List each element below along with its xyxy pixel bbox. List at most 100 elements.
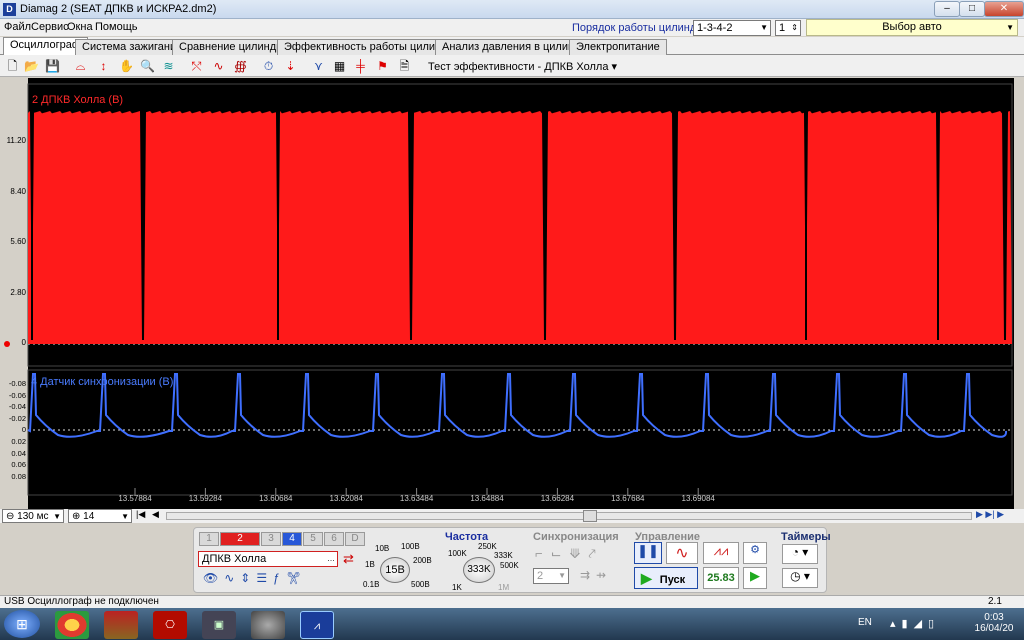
channel-button-1[interactable]: 1 (199, 532, 219, 546)
pdf-icon[interactable]: ⎔ (153, 611, 187, 639)
sync-edge-icons[interactable]: ⇉⇸ (580, 568, 612, 582)
sync-title: Синхронизация (533, 531, 619, 543)
ch4-label: 4 Датчик синхронизации (В) (31, 376, 174, 388)
menu-file[interactable]: Файл (4, 21, 31, 33)
status-bar: USB Осциллограф не подключен 2.1 (0, 595, 1024, 608)
chrome-icon[interactable] (55, 611, 89, 639)
start-menu-icon[interactable]: ⊞ (4, 610, 40, 638)
range-knob[interactable]: 15В (380, 557, 410, 583)
channel-button-2[interactable]: 2 (220, 532, 260, 546)
report-icon[interactable]: 🗎 (396, 58, 413, 74)
trigger-icon[interactable]: ⋎ (310, 58, 327, 74)
pause-button[interactable]: ❚❚ (634, 542, 662, 564)
ch4-tick-label: 0.04 (11, 448, 26, 458)
time-tick-label: 13.63484 (399, 494, 434, 503)
grid-icon[interactable]: ▦ (331, 58, 348, 74)
ch2-tick-label: 2.80 (10, 288, 26, 297)
cyl-order-select[interactable]: 1-3-4-2 ▼ (693, 20, 771, 36)
maximize-button[interactable]: □ (959, 1, 985, 17)
freq-knob[interactable]: 333K (463, 557, 495, 583)
channel-button-digital[interactable]: D (345, 532, 365, 546)
start-button[interactable]: ▶ Пуск (634, 567, 698, 589)
sync-mode-icons[interactable]: ⌐⌙⟱⤤ (535, 546, 604, 562)
divider-icon[interactable]: ╪ (352, 58, 369, 74)
time-tick-label: 13.57884 (118, 494, 152, 503)
vertical-cursor-icon[interactable]: ↕ (95, 58, 112, 74)
playback-buttons[interactable]: ▶ ▶| ▶ (976, 509, 1022, 523)
time-scrollbar[interactable] (166, 512, 972, 520)
auto-icon[interactable]: ⏱ (260, 58, 277, 74)
auto-select[interactable]: Выбор авто ▼ (806, 19, 1018, 36)
cursor-icon[interactable]: ⌓ (72, 58, 89, 74)
close-button[interactable]: ✕ (984, 1, 1024, 17)
tab-power[interactable]: Электропитание (569, 39, 667, 55)
freq-label-1k: 1K (452, 583, 462, 592)
range-label-500: 500В (411, 580, 430, 589)
diamag-taskbar-icon[interactable]: ⩘ (300, 611, 334, 639)
range-label-200: 200В (413, 556, 432, 565)
language-indicator[interactable]: EN (858, 617, 872, 628)
wave-mode-button[interactable]: ⩘⩘ (703, 542, 739, 564)
prev-page-button[interactable]: ◀ (152, 509, 164, 523)
filter-icon[interactable]: ≋ (160, 58, 177, 74)
wave-icon[interactable]: ∿ (210, 58, 227, 74)
minimize-button[interactable]: – (934, 1, 960, 17)
device-icon[interactable]: ▣ (202, 611, 236, 639)
time-tick-label: 13.59284 (188, 494, 223, 503)
channel-button-3[interactable]: 3 (261, 532, 281, 546)
channel-tools-icons[interactable]: 👁∿⇕☰ƒ✂ (203, 571, 307, 585)
menu-windows[interactable]: Окна (67, 21, 93, 33)
sync-channel-select[interactable]: 2 ▼ (533, 568, 569, 584)
cyl-number-spin[interactable]: 1 ⇕ (775, 20, 801, 36)
time-scroll-thumb[interactable] (583, 510, 597, 522)
channel-button-5[interactable]: 5 (303, 532, 323, 546)
first-page-button[interactable]: |◀ (136, 509, 150, 523)
sensor-select[interactable]: ДПКВ Холла… (198, 551, 338, 567)
freq-label-1m: 1M (498, 583, 510, 592)
clock-time: 0:03 (984, 612, 1004, 623)
channel-button-4[interactable]: 4 (282, 532, 302, 546)
winrar-icon[interactable] (104, 611, 138, 639)
freq-label-250k: 250K (478, 542, 497, 551)
tray-icons[interactable]: ▴▮◢▯ (890, 617, 940, 630)
ch2-label: 2 ДПКВ Холла (В) (32, 94, 124, 106)
timer-1-button[interactable]: ◔ ▾ (782, 544, 818, 564)
app-circle-icon[interactable] (251, 611, 285, 639)
timer-2-button[interactable]: ◷ ▾ (782, 568, 818, 588)
time-tick-label: 13.67684 (611, 494, 645, 503)
menu-service[interactable]: Сервис (31, 21, 69, 33)
tab-bar: Осциллограф Система зажигания Сравнение … (0, 37, 1024, 56)
new-icon[interactable]: 🗋 (4, 58, 21, 74)
menu-help[interactable]: Помощь (95, 21, 138, 33)
zero-icon[interactable]: ⇣ (282, 58, 299, 74)
range-label-100: 100В (401, 542, 420, 551)
ch4-tick-label: 0.06 (11, 460, 26, 470)
play-icon: ▶ (641, 570, 652, 586)
time-tick-label: 13.69084 (681, 494, 715, 503)
channel-button-6[interactable]: 6 (324, 532, 344, 546)
status-text: USB Осциллограф не подключен (4, 596, 159, 607)
count-select[interactable]: ⊕ 14 ▼ (68, 509, 132, 523)
open-icon[interactable]: 📂 (23, 58, 40, 74)
flag-icon[interactable]: ⚑ (374, 58, 391, 74)
clock[interactable]: 0:03 16/04/20 (972, 612, 1016, 634)
zoom-icon[interactable]: 🔍 (139, 58, 156, 74)
sensor-settings-icon[interactable]: ⇄ (343, 551, 354, 567)
save-icon[interactable]: 💾 (44, 58, 61, 74)
sine-button[interactable]: ∿ (666, 542, 698, 564)
timebase-select[interactable]: ⊖ 130 мс ▼ (2, 509, 64, 523)
hand-icon[interactable]: ✋ (118, 58, 135, 74)
test-dropdown[interactable]: Тест эффективности - ДПКВ Холла ▾ (428, 60, 617, 73)
scale-icon[interactable]: ⤲ (188, 58, 205, 74)
math-icon[interactable]: ∰ (232, 58, 249, 74)
ch2-tick-label: 11.20 (6, 136, 26, 145)
auto-play-button[interactable]: ▶ (743, 567, 767, 589)
range-label-10: 10В (375, 544, 390, 553)
ch2-tick-label: 0 (21, 338, 26, 347)
timers-title: Таймеры (781, 531, 831, 543)
auto-button[interactable]: ⚙ (743, 542, 767, 564)
ch2-waveform (28, 111, 1012, 344)
app-icon: D (3, 3, 16, 16)
time-tick-label: 13.60684 (259, 494, 293, 503)
ch4-tick-label: 0 (21, 425, 26, 435)
